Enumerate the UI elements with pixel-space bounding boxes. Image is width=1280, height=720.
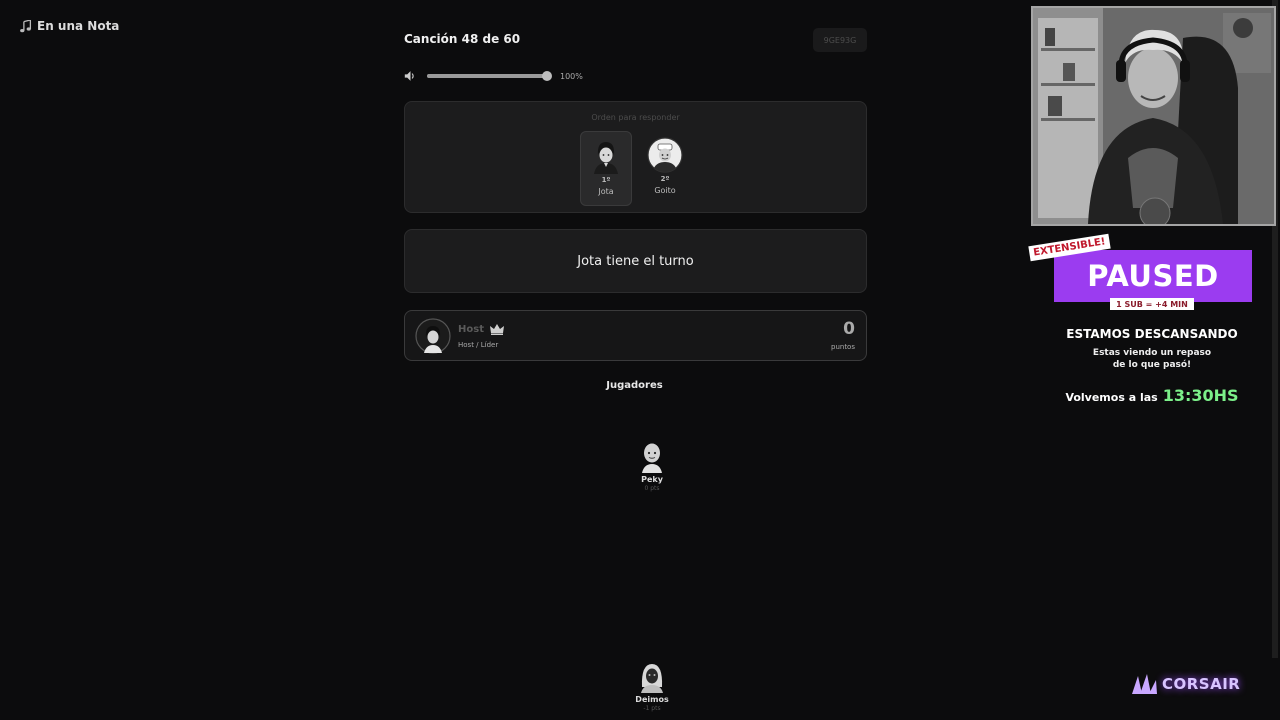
- order-player-name: Goito: [654, 186, 676, 195]
- paused-text: PAUSED: [1087, 259, 1219, 293]
- sponsor-name: CORSAIR: [1162, 675, 1241, 693]
- webcam-feed: [1031, 6, 1276, 226]
- sub-info-badge: 1 SUB = +4 MIN: [1110, 298, 1194, 310]
- break-subtitle-line1: Estas viendo un repaso: [1092, 348, 1212, 358]
- bald-avatar-icon: [642, 443, 662, 473]
- music-note-icon: [20, 19, 32, 32]
- turn-indicator: Jota tiene el turno: [577, 253, 694, 269]
- corsair-sails-icon: [1132, 674, 1157, 694]
- return-time: 13:30HS: [1162, 386, 1239, 405]
- webcam-image: [1033, 8, 1274, 224]
- player-peky[interactable]: Peky 0 pts: [622, 441, 682, 492]
- answer-order-panel: Orden para responder 1º Jota 2º Goito: [404, 101, 867, 213]
- break-title: ESTAMOS DESCANSANDO: [1066, 327, 1238, 341]
- break-subtitle: Estas viendo un repaso de lo que pasó!: [1040, 347, 1264, 371]
- chef-avatar-icon: [647, 137, 683, 173]
- app-title-label: En una Nota: [37, 19, 120, 33]
- order-position: 2º: [660, 175, 670, 183]
- woman-avatar-icon: [594, 142, 618, 174]
- host-score-label: puntos: [831, 343, 855, 351]
- return-time-row: Volvemos a las 13:30HS: [1040, 386, 1264, 405]
- player-points: 0 pts: [644, 485, 660, 492]
- volume-fill: [427, 74, 547, 78]
- volume-slider[interactable]: [427, 71, 552, 81]
- volume-thumb[interactable]: [542, 71, 552, 81]
- order-player-name: Jota: [598, 187, 614, 196]
- answer-order-title: Orden para responder: [591, 113, 680, 122]
- player-points: -1 pts: [643, 705, 661, 712]
- return-label: Volvemos a las: [1065, 391, 1158, 404]
- player-name: Peky: [641, 475, 663, 484]
- order-card-goito[interactable]: 2º Goito: [640, 131, 690, 204]
- host-score: 0: [843, 319, 855, 339]
- volume-label: 100%: [560, 71, 583, 81]
- song-counter: Canción 48 de 60: [404, 32, 521, 46]
- turn-panel: Jota tiene el turno: [404, 229, 867, 293]
- answer-order-list: 1º Jota 2º Goito: [580, 131, 690, 206]
- speaker-icon[interactable]: [404, 70, 417, 82]
- crown-icon: [489, 324, 504, 335]
- order-card-jota[interactable]: 1º Jota: [580, 131, 632, 206]
- host-avatar-icon: [415, 318, 451, 354]
- players-heading: Jugadores: [606, 380, 663, 391]
- sponsor-logo: CORSAIR: [1130, 672, 1240, 696]
- player-deimos[interactable]: Deimos -1 pts: [622, 661, 682, 712]
- app-title[interactable]: En una Nota: [19, 19, 119, 33]
- host-name: Host: [458, 324, 504, 335]
- order-position: 1º: [601, 176, 611, 184]
- paused-banner: PAUSED: [1054, 250, 1252, 302]
- break-subtitle-line2: de lo que pasó!: [1112, 360, 1192, 370]
- host-card: Host Host / Líder 0 puntos: [404, 310, 867, 361]
- room-code-button[interactable]: 9GE93G: [813, 28, 867, 52]
- volume-control: 100%: [404, 70, 583, 82]
- host-role: Host / Líder: [458, 341, 499, 349]
- host-name-label: Host: [458, 324, 484, 335]
- player-name: Deimos: [635, 695, 669, 704]
- hooded-avatar-icon: [641, 664, 663, 693]
